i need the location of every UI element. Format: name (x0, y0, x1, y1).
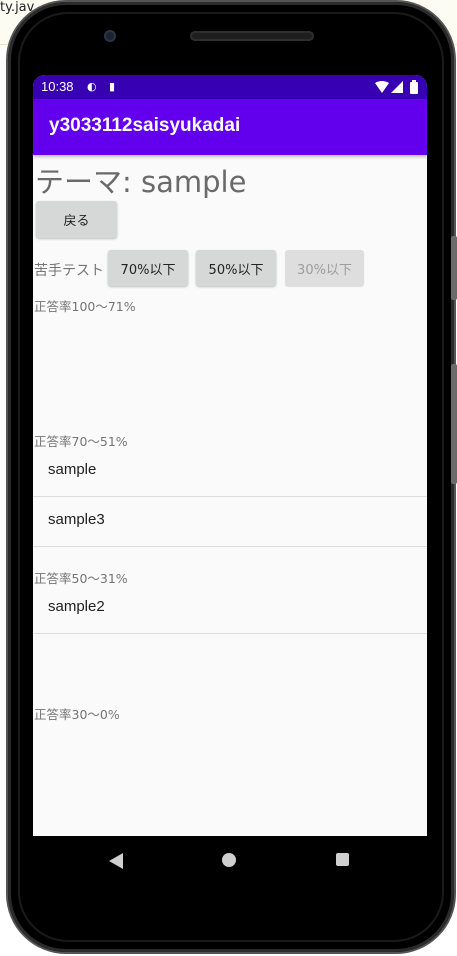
filter-30-button[interactable]: 30%以下 (285, 250, 364, 286)
list-item-label: sample2 (48, 598, 105, 615)
speaker-grille (190, 31, 314, 41)
theme-title: テーマ: sample (35, 165, 247, 199)
navigation-bar (33, 836, 427, 884)
data-saver-icon: ◐ (87, 80, 97, 93)
back-button[interactable]: 戻る (36, 201, 117, 238)
weak-test-label: 苦手テスト (34, 263, 104, 279)
camera-icon (104, 30, 116, 42)
sd-card-icon: ▮ (109, 80, 116, 93)
filter-70-button[interactable]: 70%以下 (108, 250, 188, 286)
recents-nav-icon[interactable] (336, 853, 349, 866)
filter-50-button[interactable]: 50%以下 (196, 250, 276, 286)
status-bar: 10:38 ◐ ▮ (33, 75, 427, 99)
back-nav-icon[interactable] (109, 853, 123, 869)
section-label-30-0: 正答率30〜0% (34, 707, 120, 722)
list-item[interactable]: sample2 (33, 584, 427, 634)
ide-tab-text: ty.jav (0, 0, 35, 15)
wifi-icon (375, 81, 389, 93)
volume-button[interactable] (451, 236, 457, 300)
list-item-label: sample3 (48, 511, 105, 528)
list-item[interactable]: sample3 (33, 497, 427, 547)
signal-icon (391, 81, 403, 93)
power-button[interactable] (451, 364, 457, 484)
list-item[interactable]: sample (33, 447, 427, 497)
app-screen: 10:38 ◐ ▮ y3033112saisyukadai テーマ: sampl… (33, 75, 427, 836)
app-bar: y3033112saisyukadai (33, 99, 427, 155)
section-label-100-71: 正答率100〜71% (34, 299, 136, 314)
status-time: 10:38 (41, 79, 74, 94)
app-title: y3033112saisyukadai (49, 115, 241, 136)
list-item-label: sample (48, 461, 97, 478)
battery-icon (410, 80, 418, 94)
home-nav-icon[interactable] (222, 853, 236, 867)
